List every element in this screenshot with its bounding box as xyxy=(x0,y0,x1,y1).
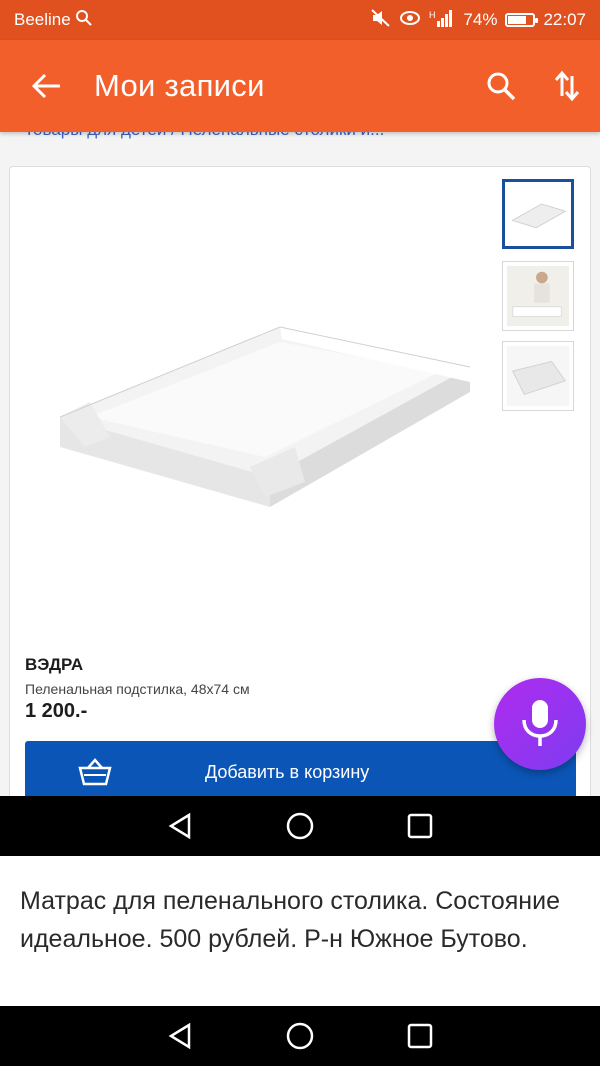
mute-icon xyxy=(371,8,391,32)
system-nav-bar-bottom xyxy=(0,1006,600,1066)
nav-back-button[interactable] xyxy=(150,796,210,856)
search-icon xyxy=(75,9,93,32)
carrier-name: Beeline xyxy=(14,10,71,29)
square-recents-icon xyxy=(407,1023,433,1049)
triangle-back-icon xyxy=(168,812,191,840)
product-price: 1 200.- xyxy=(25,700,88,722)
voice-search-button[interactable] xyxy=(494,678,586,770)
circle-home-icon xyxy=(286,1022,314,1050)
back-button[interactable] xyxy=(0,40,94,132)
nav-home-button[interactable] xyxy=(270,1006,330,1066)
eye-icon xyxy=(399,10,421,31)
thumbnail-3[interactable] xyxy=(502,341,574,411)
add-to-cart-button[interactable]: Добавить в корзину xyxy=(25,741,576,796)
nav-recents-button[interactable] xyxy=(390,1006,450,1066)
basket-icon xyxy=(25,758,165,786)
battery-fill xyxy=(508,16,527,24)
battery-percent: 74% xyxy=(463,10,498,29)
svg-text:H: H xyxy=(429,10,436,20)
circle-home-icon xyxy=(286,812,314,840)
system-nav-bar xyxy=(0,796,600,856)
search-button[interactable] xyxy=(468,40,534,132)
triangle-back-icon xyxy=(168,1022,191,1050)
nav-home-button[interactable] xyxy=(270,796,330,856)
product-description: Пеленальная подстилка, 48x74 см xyxy=(25,681,250,697)
nav-back-button[interactable] xyxy=(150,1006,210,1066)
nav-recents-button[interactable] xyxy=(390,796,450,856)
page-title: Мои записи xyxy=(94,68,265,103)
breadcrumb[interactable]: Товары для детей / Пеленальные столики и… xyxy=(24,132,384,140)
square-recents-icon xyxy=(407,813,433,839)
post-caption: Матрас для пеленального столика. Состоян… xyxy=(0,856,600,1006)
microphone-icon xyxy=(522,700,558,746)
clock: 22:07 xyxy=(543,10,586,29)
thumbnail-2[interactable] xyxy=(502,261,574,331)
add-to-cart-label: Добавить в корзину xyxy=(205,761,370,782)
battery-icon xyxy=(505,13,539,27)
sort-button[interactable] xyxy=(534,40,600,132)
arrow-left-icon xyxy=(32,73,60,99)
status-bar: Beeline H 74% 22:07 xyxy=(0,0,600,40)
app-bar: Мои записи xyxy=(0,40,600,132)
signal-icon: H xyxy=(429,9,455,32)
search-icon xyxy=(487,72,516,101)
sort-arrows-icon xyxy=(554,70,580,102)
product-image xyxy=(59,326,471,507)
thumbnail-1[interactable] xyxy=(502,179,574,249)
product-brand[interactable]: ВЭДРА xyxy=(25,655,83,675)
